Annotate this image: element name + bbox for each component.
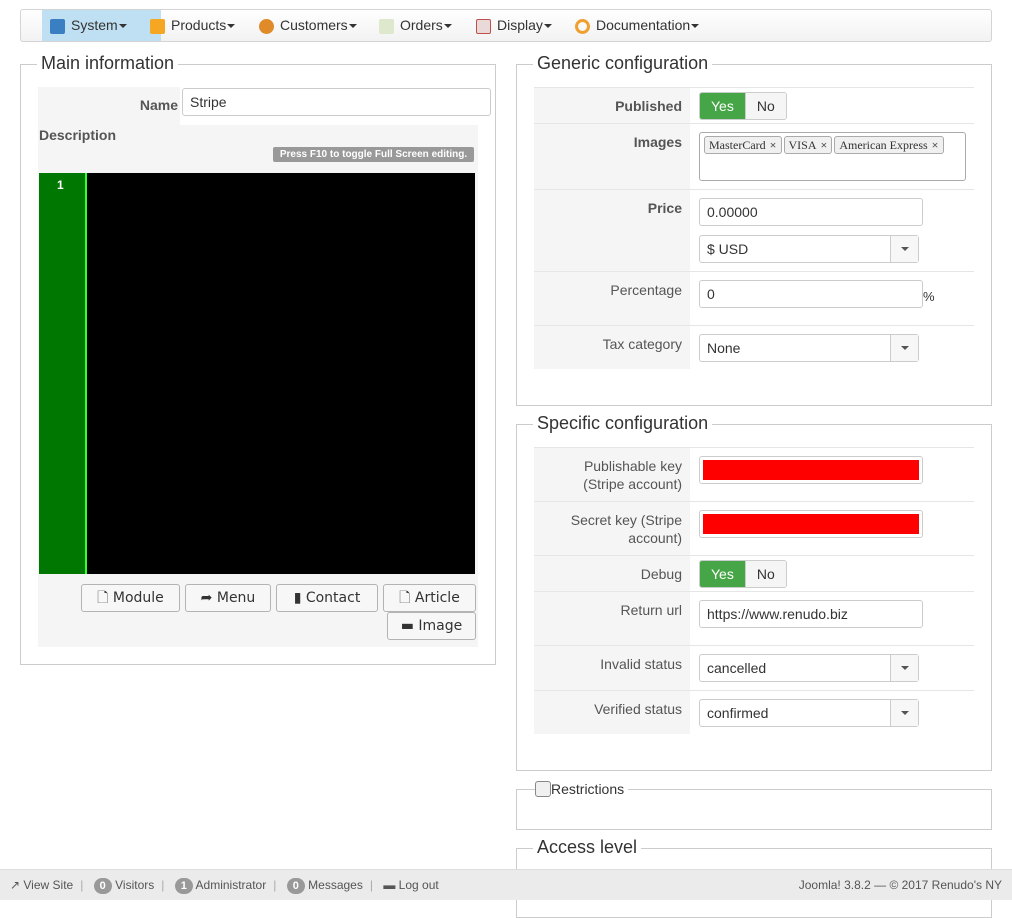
published-toggle[interactable]: Yes No bbox=[699, 92, 787, 120]
images-label: Images bbox=[534, 123, 690, 189]
version-text: Joomla! 3.8.2 — © 2017 Renudo's NY bbox=[798, 878, 1002, 892]
verified-status-label: Verified status bbox=[534, 690, 690, 734]
menu-button[interactable]: ➦ Menu bbox=[185, 584, 271, 612]
invalid-status-select[interactable]: cancelled bbox=[699, 654, 919, 682]
specific-configuration-legend: Specific configuration bbox=[533, 412, 713, 434]
tax-category-select[interactable]: None bbox=[699, 334, 919, 362]
line-number: 1 bbox=[57, 178, 64, 192]
restrictions-checkbox[interactable] bbox=[535, 781, 551, 797]
remove-icon[interactable]: × bbox=[932, 138, 939, 152]
debug-yes[interactable]: Yes bbox=[700, 561, 745, 587]
debug-toggle[interactable]: Yes No bbox=[699, 560, 787, 588]
price-label: Price bbox=[534, 189, 690, 271]
view-site-link[interactable]: ↗ View Site bbox=[10, 878, 73, 892]
access-level-legend: Access level bbox=[533, 836, 642, 858]
price-input[interactable]: 0.00000 bbox=[699, 198, 923, 226]
name-input[interactable]: Stripe bbox=[182, 88, 491, 116]
currency-select[interactable]: $ USD bbox=[699, 235, 919, 263]
contact-button[interactable]: ▮ Contact bbox=[276, 584, 378, 612]
nav-display[interactable]: Display bbox=[468, 10, 552, 41]
minus-icon: ▬ bbox=[383, 878, 399, 892]
file-add-icon: 🗋 bbox=[97, 590, 113, 606]
publishable-key-input[interactable] bbox=[699, 456, 923, 484]
administrator-link[interactable]: 1 Administrator bbox=[174, 878, 266, 894]
orders-icon bbox=[379, 18, 394, 34]
images-multiselect[interactable]: MasterCard × VISA × American Express × bbox=[699, 132, 966, 181]
restrictions-legend: Restrictions bbox=[535, 781, 629, 797]
remove-icon[interactable]: × bbox=[770, 138, 777, 152]
chevron-down-icon bbox=[890, 335, 918, 361]
nav-customers[interactable]: Customers bbox=[251, 10, 357, 41]
chevron-down-icon bbox=[890, 700, 918, 726]
share-icon: ➦ bbox=[200, 590, 217, 606]
published-label: Published bbox=[534, 87, 690, 123]
description-label: Description bbox=[39, 127, 117, 143]
file-add-icon: 🗋 bbox=[399, 590, 415, 606]
address-book-icon: ▮ bbox=[293, 590, 306, 606]
percent-sign: % bbox=[923, 289, 935, 304]
published-yes[interactable]: Yes bbox=[700, 93, 745, 119]
tools-icon bbox=[50, 18, 65, 34]
article-button[interactable]: 🗋 Article bbox=[383, 584, 476, 612]
nav-orders[interactable]: Orders bbox=[371, 10, 452, 41]
debug-label: Debug bbox=[534, 555, 690, 591]
chevron-down-icon bbox=[890, 655, 918, 681]
nav-documentation[interactable]: Documentation bbox=[567, 10, 700, 41]
visitors-badge: 0 bbox=[93, 878, 112, 894]
image-button[interactable]: ▬ Image bbox=[387, 612, 476, 640]
image-chip: American Express × bbox=[834, 136, 944, 154]
lifebuoy-icon bbox=[575, 18, 590, 34]
published-no[interactable]: No bbox=[744, 93, 786, 119]
visitors-link[interactable]: 0 Visitors bbox=[93, 878, 154, 894]
box-icon bbox=[150, 18, 165, 34]
generic-configuration-legend: Generic configuration bbox=[533, 52, 713, 74]
admin-badge: 1 bbox=[174, 878, 193, 894]
percentage-input[interactable]: 0 bbox=[699, 280, 923, 308]
editor-gutter: 1 bbox=[39, 173, 87, 574]
image-chip: VISA × bbox=[783, 136, 833, 154]
publishable-key-label: Publishable key (Stripe account) bbox=[534, 447, 690, 501]
chevron-down-icon bbox=[890, 236, 918, 262]
nav-products[interactable]: Products bbox=[142, 10, 236, 41]
name-label: Name bbox=[139, 97, 178, 113]
module-button[interactable]: 🗋 Module bbox=[81, 584, 180, 612]
code-editor[interactable]: 1 bbox=[39, 173, 475, 574]
logout-link[interactable]: ▬ Log out bbox=[383, 878, 438, 892]
top-navbar: System Products Customers Orders Display… bbox=[20, 9, 992, 42]
external-link-icon: ↗ bbox=[10, 878, 24, 892]
remove-icon[interactable]: × bbox=[821, 138, 828, 152]
status-bar: ↗ View Site | 0 Visitors | 1 Administrator… bbox=[0, 869, 1012, 900]
editor-hint: Press F10 to toggle Full Screen editing. bbox=[273, 147, 474, 162]
return-url-input[interactable]: https://www.renudo.biz bbox=[699, 600, 923, 628]
return-url-label: Return url bbox=[534, 591, 690, 645]
invalid-status-label: Invalid status bbox=[534, 645, 690, 690]
image-chip: MasterCard × bbox=[704, 136, 782, 154]
display-icon bbox=[476, 18, 491, 34]
picture-icon: ▬ bbox=[400, 618, 419, 634]
secret-key-input[interactable] bbox=[699, 510, 923, 538]
debug-no[interactable]: No bbox=[744, 561, 786, 587]
messages-link[interactable]: 0 Messages bbox=[286, 878, 363, 894]
percentage-label: Percentage bbox=[534, 271, 690, 325]
users-icon bbox=[259, 18, 274, 34]
verified-status-select[interactable]: confirmed bbox=[699, 699, 919, 727]
tax-category-label: Tax category bbox=[534, 325, 690, 369]
secret-key-label: Secret key (Stripe account) bbox=[534, 501, 690, 555]
main-information-legend: Main information bbox=[37, 52, 179, 74]
messages-badge: 0 bbox=[286, 878, 305, 894]
